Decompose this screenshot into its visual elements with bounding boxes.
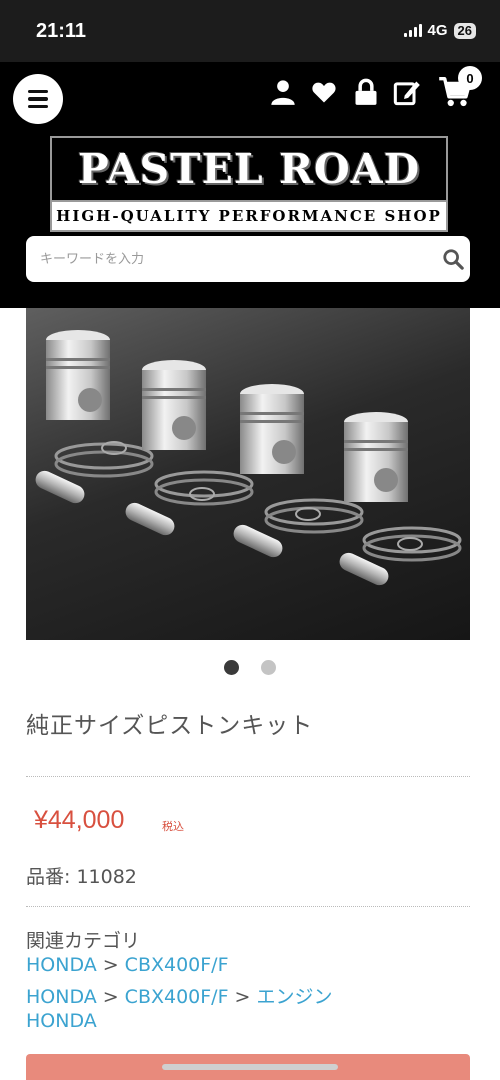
product-image[interactable]	[26, 308, 470, 640]
category-separator: >	[102, 986, 119, 1008]
logo-subtitle: HIGH-QUALITY PERFORMANCE SHOP	[56, 207, 442, 225]
product-price: ¥44,000	[34, 806, 125, 834]
category-separator: >	[102, 954, 119, 976]
edit-icon[interactable]	[393, 78, 421, 106]
related-categories-label: 関連カテゴリ	[26, 930, 141, 952]
piston-4	[339, 412, 462, 586]
status-time: 21:11	[36, 20, 87, 42]
battery-icon: 26	[453, 22, 476, 39]
piston-kit-image	[35, 330, 462, 586]
menu-icon-line	[28, 104, 48, 109]
status-indicators: 4G 26	[403, 22, 476, 39]
category-link-engine[interactable]: エンジン	[256, 986, 332, 1008]
search-input[interactable]	[40, 236, 400, 282]
signal-icon	[403, 24, 422, 37]
site-logo[interactable]: PASTEL ROAD HIGH-QUALITY PERFORMANCE SHO…	[50, 136, 448, 232]
category-link-honda[interactable]: HONDA	[26, 1010, 97, 1032]
divider	[26, 906, 470, 907]
carousel-dots	[0, 660, 500, 675]
category-link-cbx400f[interactable]: CBX400F/F	[125, 954, 229, 976]
lock-icon[interactable]	[352, 78, 380, 106]
product-title: 純正サイズピストンキット	[26, 713, 314, 739]
carousel-dot-2[interactable]	[261, 660, 276, 675]
divider	[26, 776, 470, 777]
carousel-dot-1[interactable]	[224, 660, 239, 675]
piston-1	[35, 330, 154, 504]
menu-icon-line	[28, 89, 48, 94]
piston-2	[125, 360, 254, 536]
piston-3	[233, 384, 364, 558]
hamburger-menu-button[interactable]	[13, 74, 63, 124]
tax-label: 税込	[162, 820, 184, 833]
category-path-3: HONDA	[26, 1010, 97, 1032]
home-indicator[interactable]	[162, 1064, 338, 1070]
category-link-honda[interactable]: HONDA	[26, 954, 97, 976]
category-path-2: HONDA > CBX400F/F > エンジン	[26, 982, 332, 1009]
category-separator: >	[234, 986, 251, 1008]
search-icon[interactable]	[442, 248, 464, 270]
account-icon[interactable]	[269, 78, 297, 106]
network-label: 4G	[427, 22, 448, 39]
category-link-cbx400f[interactable]: CBX400F/F	[125, 986, 229, 1008]
site-header: 0 PASTEL ROAD HIGH-QUALITY PERFORMANCE S…	[0, 62, 500, 308]
status-bar: 21:11 4G 26	[0, 0, 500, 62]
category-link-honda[interactable]: HONDA	[26, 986, 97, 1008]
logo-title: PASTEL ROAD	[77, 145, 421, 193]
category-path-1: HONDA > CBX400F/F	[26, 954, 229, 976]
menu-icon-line	[28, 97, 48, 101]
heart-icon[interactable]	[310, 78, 338, 106]
cart-count-badge: 0	[458, 66, 482, 90]
part-number: 品番: 11082	[26, 866, 137, 888]
search-bar	[26, 236, 470, 282]
